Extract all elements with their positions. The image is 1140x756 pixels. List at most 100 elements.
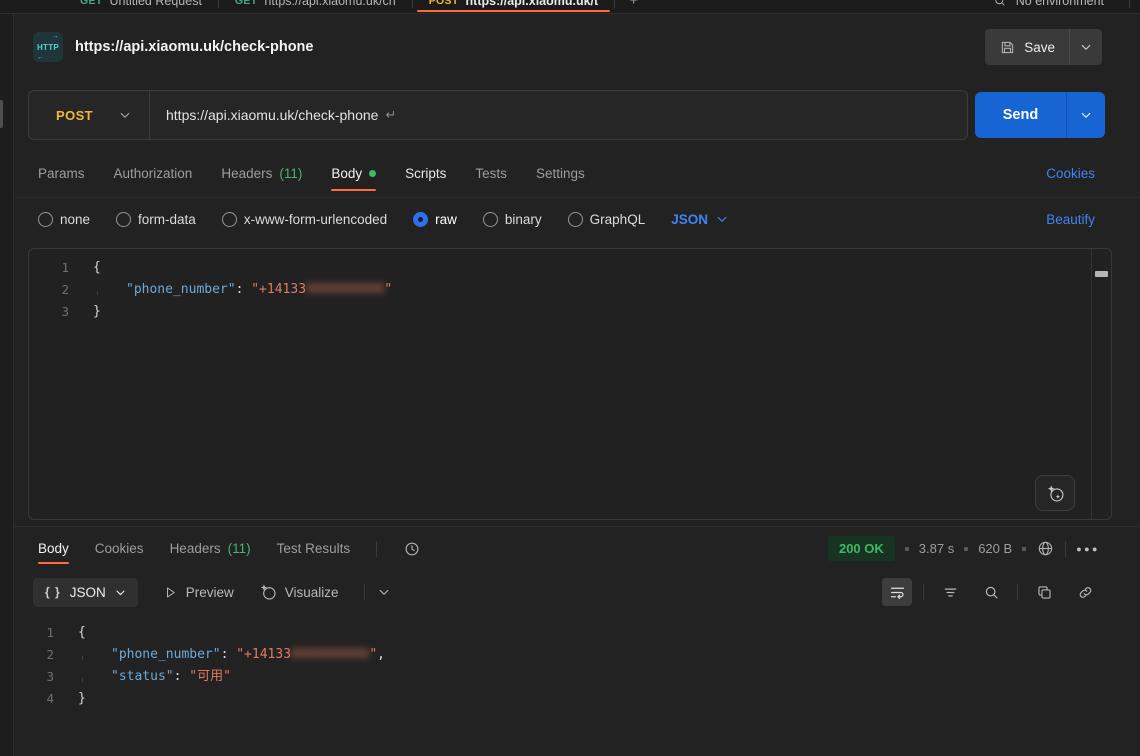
radio-binary[interactable] xyxy=(483,212,498,227)
response-format-dropdown[interactable]: { } JSON xyxy=(33,578,138,607)
send-options-button[interactable] xyxy=(1067,92,1105,138)
redacted-phone-digits: 0000000000 xyxy=(291,647,369,662)
code-line: 1 { xyxy=(14,622,1140,644)
response-tab-cookies[interactable]: Cookies xyxy=(95,527,144,570)
response-history-button[interactable] xyxy=(403,540,421,558)
cookies-link[interactable]: Cookies xyxy=(1046,166,1095,181)
response-tab-test-results[interactable]: Test Results xyxy=(277,527,351,570)
response-tab-headers[interactable]: Headers (11) xyxy=(170,527,251,570)
network-info-button[interactable] xyxy=(1036,539,1055,558)
search-response-button[interactable] xyxy=(976,578,1006,606)
response-headers-count-badge: (11) xyxy=(228,541,251,556)
mode-none[interactable]: none xyxy=(38,212,90,227)
line-number: 3 xyxy=(14,666,78,688)
request-tab-3-active[interactable]: POST https://api.xiaomu.uk/t xyxy=(413,0,614,14)
more-options-button[interactable]: ●●● xyxy=(1076,544,1100,554)
divider xyxy=(1065,541,1066,557)
tab-body-active[interactable]: Body xyxy=(331,150,376,197)
tab-label: Untitled Request xyxy=(110,0,202,8)
wrap-text-icon xyxy=(889,584,906,601)
sparkle-wand-icon xyxy=(259,583,277,601)
code-line: 2 "phone_number": "+141330000000000", xyxy=(14,644,1140,666)
save-button[interactable]: Save xyxy=(985,29,1069,65)
request-body-editor[interactable]: 1 { 2 "phone_number": "+141330000000000"… xyxy=(28,248,1112,520)
environment-selector[interactable]: No environment xyxy=(1016,0,1104,8)
radio-none[interactable] xyxy=(38,212,53,227)
tab-tests[interactable]: Tests xyxy=(475,150,507,197)
mode-urlencoded[interactable]: x-www-form-urlencoded xyxy=(222,212,387,227)
filter-lines-icon xyxy=(942,584,959,601)
save-options-button[interactable] xyxy=(1070,29,1102,65)
url-bar: POST https://api.xiaomu.uk/check-phone ↵… xyxy=(14,80,1140,150)
language-dropdown[interactable]: JSON xyxy=(671,212,728,227)
clean-format-button[interactable] xyxy=(935,578,965,606)
status-badge[interactable]: 200 OK xyxy=(828,536,895,561)
method-dropdown[interactable]: POST xyxy=(29,91,149,139)
tab-label: https://api.xiaomu.uk/ch xyxy=(264,0,395,8)
chevron-down-icon xyxy=(378,586,390,598)
separator-dot xyxy=(964,547,968,551)
request-title: https://api.xiaomu.uk/check-phone xyxy=(75,39,313,55)
mode-binary[interactable]: binary xyxy=(483,212,542,227)
radio-graphql[interactable] xyxy=(568,212,583,227)
copy-response-button[interactable] xyxy=(1029,578,1059,606)
collapsed-sidebar-strip[interactable] xyxy=(0,14,14,756)
sparkle-wand-icon xyxy=(1046,484,1065,503)
request-tab-2[interactable]: GET https://api.xiaomu.uk/ch xyxy=(219,0,412,14)
scrollbar-thumb[interactable] xyxy=(1095,271,1108,277)
tab-authorization[interactable]: Authorization xyxy=(114,150,193,197)
radio-urlencoded[interactable] xyxy=(222,212,237,227)
response-body-viewer[interactable]: 1 { 2 "phone_number": "+141330000000000"… xyxy=(14,614,1140,756)
chevron-down-icon xyxy=(115,587,126,598)
body-has-content-dot xyxy=(369,170,376,177)
http-request-icon: HTTP xyxy=(33,32,63,62)
share-link-button[interactable] xyxy=(1070,578,1100,606)
sidebar-drag-handle[interactable] xyxy=(0,100,3,128)
divider xyxy=(364,584,365,600)
response-toolbar: { } JSON Preview Visualize xyxy=(14,570,1140,614)
tab-params[interactable]: Params xyxy=(38,150,85,197)
chevron-down-icon xyxy=(1080,109,1092,121)
mode-graphql[interactable]: GraphQL xyxy=(568,212,646,227)
beautify-link[interactable]: Beautify xyxy=(1046,212,1095,227)
chevron-down-icon xyxy=(119,109,131,121)
tab-scripts[interactable]: Scripts xyxy=(405,150,446,197)
tab-headers[interactable]: Headers (11) xyxy=(221,150,302,197)
tab-settings[interactable]: Settings xyxy=(536,150,585,197)
code-line: 1 { xyxy=(29,257,1111,279)
visualize-button[interactable]: Visualize xyxy=(259,583,339,601)
floppy-disk-icon xyxy=(999,39,1016,56)
chevron-down-icon xyxy=(1080,41,1092,53)
code-line: 3 } xyxy=(29,301,1111,323)
save-split-button: Save xyxy=(985,29,1102,65)
request-header: HTTP https://api.xiaomu.uk/check-phone S… xyxy=(14,14,1140,80)
preview-button[interactable]: Preview xyxy=(163,585,234,600)
separator-dot xyxy=(1022,547,1026,551)
tab-method-badge: POST xyxy=(429,0,459,7)
editor-scrollbar[interactable] xyxy=(1091,249,1111,519)
postbot-beautify-button[interactable] xyxy=(1035,475,1075,511)
response-size[interactable]: 620 B xyxy=(978,541,1012,556)
divider xyxy=(376,541,377,557)
send-button[interactable]: Send xyxy=(975,92,1066,138)
response-time[interactable]: 3.87 s xyxy=(919,541,954,556)
request-tab-1[interactable]: GET Untitled Request xyxy=(64,0,218,14)
environment-search-icon[interactable] xyxy=(993,0,1007,8)
mode-raw-selected[interactable]: raw xyxy=(413,212,457,227)
radio-raw-selected[interactable] xyxy=(413,212,428,227)
history-clock-icon xyxy=(403,540,421,558)
tab-method-badge: GET xyxy=(80,0,103,7)
visualize-options-button[interactable] xyxy=(378,586,390,598)
response-tab-body-active[interactable]: Body xyxy=(38,527,69,570)
return-key-hint: ↵ xyxy=(385,107,396,123)
url-input[interactable]: https://api.xiaomu.uk/check-phone xyxy=(150,107,378,123)
braces-icon: { } xyxy=(45,585,61,599)
new-tab-button[interactable]: + xyxy=(615,0,652,9)
mode-form-data[interactable]: form-data xyxy=(116,212,196,227)
radio-form-data[interactable] xyxy=(116,212,131,227)
word-wrap-button[interactable] xyxy=(882,578,912,606)
line-number: 3 xyxy=(29,301,93,323)
line-number: 1 xyxy=(29,257,93,279)
code-line: 3 "status": "可用" xyxy=(14,666,1140,688)
request-tabs: Params Authorization Headers (11) Body S… xyxy=(14,150,1140,198)
